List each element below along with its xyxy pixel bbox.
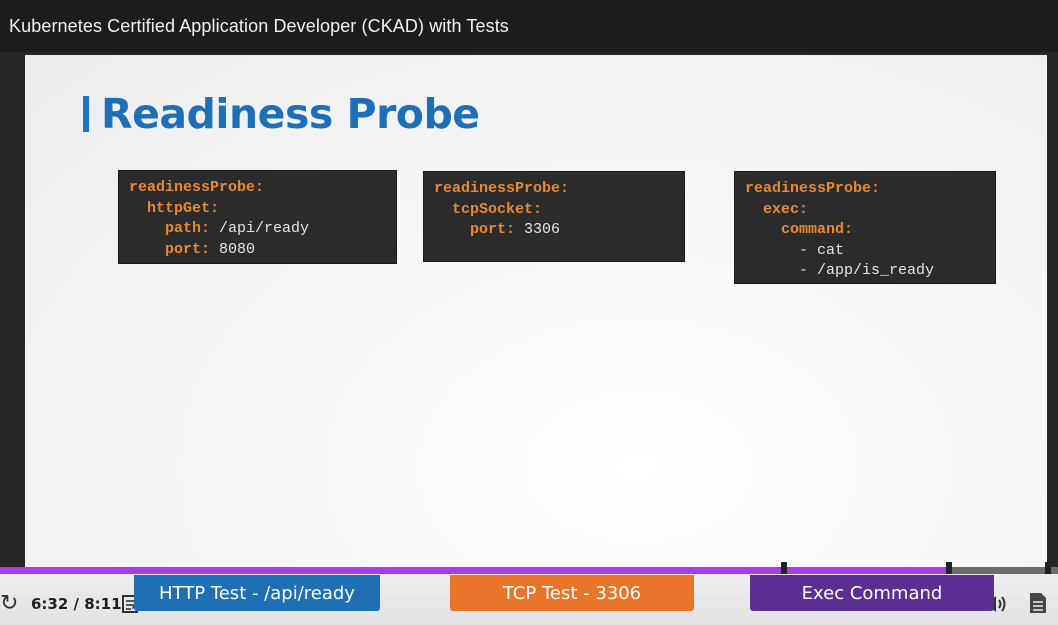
code-key: port:: [165, 240, 211, 258]
slide-title-text: Readiness Probe: [101, 90, 480, 138]
code-line: httpGet:: [129, 199, 386, 220]
title-accent-bar: [83, 96, 89, 132]
replay-icon[interactable]: ↻: [0, 592, 18, 614]
code-key: port:: [470, 221, 516, 239]
code-line: - cat: [745, 241, 985, 262]
chapter-tcp-test-button[interactable]: TCP Test - 3306: [450, 575, 694, 611]
chapter-label: TCP Test - 3306: [502, 582, 642, 604]
chapter-http-test-button[interactable]: HTTP Test - /api/ready: [134, 575, 380, 611]
chapter-label: Exec Command: [801, 582, 943, 604]
chapter-marker[interactable]: [946, 562, 952, 574]
code-line: - /app/is_ready: [745, 261, 985, 282]
time-display: 6:32 / 8:11: [31, 595, 122, 613]
progress-fill: [0, 567, 947, 574]
code-line: readinessProbe:: [129, 178, 386, 199]
tcp-probe-code-box: readinessProbe: tcpSocket: port: 3306: [423, 171, 685, 262]
code-key: path:: [165, 220, 211, 238]
chapter-exec-command-button[interactable]: Exec Command: [750, 575, 994, 611]
exec-probe-code-box: readinessProbe: exec: command: - cat - /…: [734, 171, 996, 284]
chapter-label: HTTP Test - /api/ready: [159, 582, 355, 604]
chapter-marker[interactable]: [1045, 562, 1051, 574]
code-key: httpGet:: [147, 199, 220, 217]
title-bar: Kubernetes Certified Application Develop…: [0, 0, 1058, 52]
code-line: path: /api/ready: [129, 219, 386, 240]
code-key: readinessProbe:: [434, 180, 570, 197]
chapter-marker[interactable]: [781, 562, 787, 574]
code-line: readinessProbe:: [745, 179, 985, 200]
code-value: - cat: [745, 241, 845, 259]
code-key: readinessProbe:: [745, 180, 881, 197]
code-value: /api/ready: [210, 220, 310, 238]
slide-title: Readiness Probe: [83, 89, 480, 139]
code-line: command:: [745, 220, 985, 241]
code-value: 8080: [210, 240, 256, 258]
code-line: tcpSocket:: [434, 200, 674, 221]
code-key: command:: [781, 221, 854, 239]
video-player-app: Kubernetes Certified Application Develop…: [0, 0, 1058, 625]
code-value: 3306: [515, 221, 561, 239]
http-probe-code-box: readinessProbe: httpGet: path: /api/read…: [118, 170, 397, 264]
code-key: tcpSocket:: [452, 200, 543, 218]
code-line: port: 3306: [434, 220, 674, 241]
progress-bar[interactable]: [0, 567, 1058, 574]
course-title: Kubernetes Certified Application Develop…: [9, 15, 509, 36]
code-line: port: 8080: [129, 240, 386, 261]
code-line: exec:: [745, 200, 985, 221]
transcript-icon[interactable]: [1029, 592, 1047, 618]
code-line: readinessProbe:: [434, 179, 674, 200]
slide: Readiness Probe readinessProbe: httpGet:…: [25, 55, 1047, 570]
code-key: readinessProbe:: [129, 179, 265, 196]
code-value: - /app/is_ready: [745, 262, 935, 280]
code-key: exec:: [763, 200, 809, 218]
